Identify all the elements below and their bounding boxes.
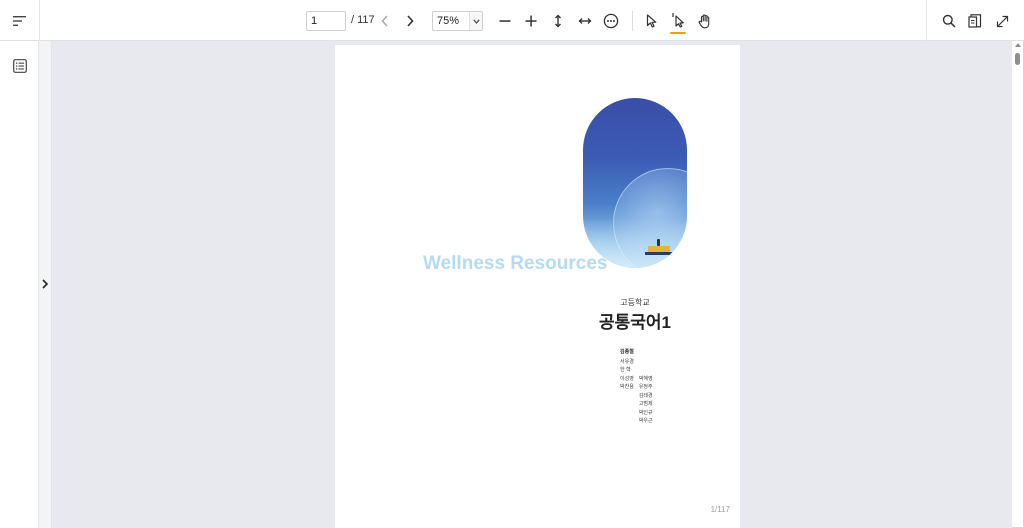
page-number-input[interactable]: [306, 11, 346, 31]
sidebar: [0, 41, 39, 528]
toolbar: / 117 75%: [0, 0, 1024, 41]
zoom-value: 75%: [437, 15, 460, 27]
school-level: 고등학교: [620, 298, 650, 307]
hand-icon[interactable]: [693, 9, 717, 33]
author-name: 유정주: [638, 384, 653, 390]
search-icon[interactable]: [937, 9, 961, 33]
text-cursor-icon[interactable]: [666, 8, 690, 32]
scroll-thumb[interactable]: [1015, 53, 1020, 65]
fullscreen-icon[interactable]: [990, 9, 1014, 33]
fit-height-icon[interactable]: [546, 9, 570, 33]
author-name: 박인규: [638, 409, 653, 416]
cursor-icon[interactable]: [640, 9, 664, 33]
list-icon[interactable]: [8, 54, 32, 78]
watermark: Wellness Resources: [423, 253, 608, 274]
fit-width-icon[interactable]: [573, 9, 597, 33]
author-name: 박우근: [638, 418, 653, 424]
author-name: 이성영: [620, 375, 634, 382]
author-column: 서유경 한 혁 이성영 박찬용: [620, 358, 634, 426]
document-page: Wellness Resources 고등학교 공통국어1 김종철 서유경 한 …: [335, 45, 740, 528]
page-total: / 117: [351, 14, 375, 26]
vertical-scrollbar[interactable]: [1012, 41, 1023, 527]
chevron-right-icon: [42, 276, 49, 294]
document-icon[interactable]: [963, 9, 987, 33]
sidebar-toggle[interactable]: [39, 41, 52, 528]
author-name: 서유경: [620, 358, 634, 365]
scroll-up-arrow[interactable]: [1015, 43, 1021, 47]
author-list: 김종철 서유경 한 혁 이성영 박찬용 박혜영 유정주 김태경 고범제 박인규 …: [620, 348, 653, 426]
more-icon[interactable]: [599, 9, 623, 33]
author-name: 박찬용: [620, 384, 634, 390]
minus-icon[interactable]: [493, 9, 517, 33]
toolbar-divider: [926, 0, 927, 41]
sort-menu-icon[interactable]: [8, 9, 32, 33]
chevron-right-icon[interactable]: [398, 9, 422, 33]
chevron-down-icon[interactable]: [469, 12, 482, 30]
author-name: [639, 358, 653, 367]
figure-shape: [657, 239, 660, 246]
document-viewer[interactable]: Wellness Resources 고등학교 공통국어1 김종철 서유경 한 …: [52, 41, 1012, 528]
zoom-select[interactable]: 75%: [432, 11, 483, 31]
toolbar-divider: [39, 0, 40, 41]
chevron-left-icon[interactable]: [373, 9, 397, 33]
plus-icon[interactable]: [519, 9, 543, 33]
author-name: 고범제: [638, 401, 653, 407]
bench-base-shape: [645, 252, 675, 255]
author-column: 박혜영 유정주 김태경 고범제 박인규 박우근: [639, 358, 653, 426]
cover-illustration: [583, 98, 687, 268]
author-name: 한 혁: [620, 367, 631, 373]
author-name: [639, 366, 653, 375]
toolbar-separator: [632, 11, 633, 31]
author-name: 김태경: [638, 392, 653, 399]
lead-author: 김종철: [620, 349, 634, 355]
active-tool-indicator: [670, 32, 686, 34]
page-number-label: 1/117: [710, 505, 730, 514]
book-title: 공통국어1: [598, 313, 671, 332]
author-name: 박혜영: [638, 375, 653, 382]
